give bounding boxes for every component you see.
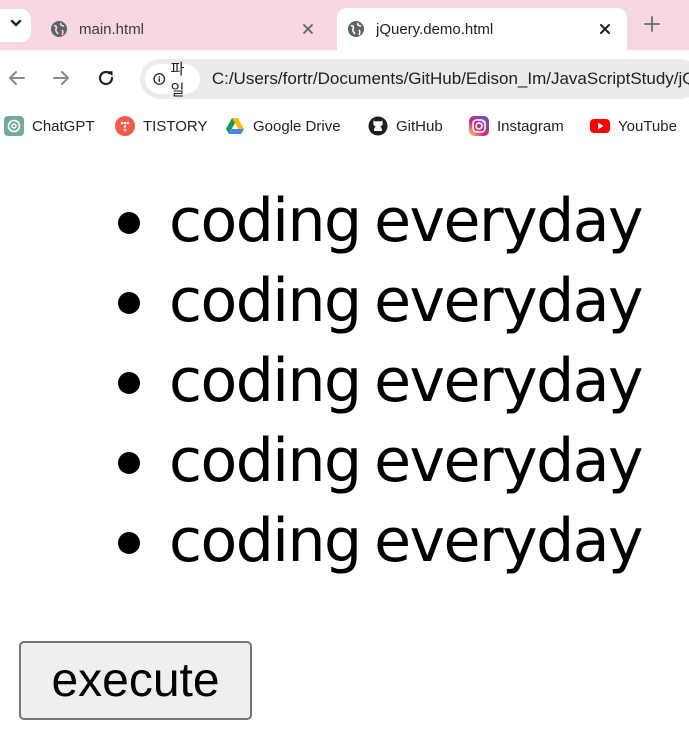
bullet [118, 532, 140, 554]
list-item-text: coding everyday [169, 186, 644, 256]
instagram-icon [469, 116, 489, 136]
reload-button[interactable] [90, 64, 122, 96]
globe-icon [50, 20, 68, 38]
bookmark-label: Google Drive [253, 117, 341, 135]
bookmark-chatgpt[interactable]: ChatGPT [4, 115, 95, 137]
execute-button[interactable]: execute [19, 641, 252, 720]
page-content: coding everyday coding everyday coding e… [0, 142, 689, 754]
bookmark-label: TISTORY [143, 117, 208, 135]
bookmark-label: YouTube [618, 117, 677, 135]
list-item-text: coding everyday [169, 426, 644, 496]
close-icon[interactable] [296, 17, 320, 41]
list-item-text: coding everyday [169, 346, 644, 416]
site-info-chip[interactable]: 파일 [145, 61, 200, 99]
google-drive-icon [225, 116, 245, 136]
globe-icon [347, 20, 365, 38]
bookmark-google-drive[interactable]: Google Drive [225, 115, 341, 137]
github-icon [368, 116, 388, 136]
close-icon[interactable] [593, 17, 617, 41]
bullet [118, 292, 140, 314]
arrow-right-icon [52, 69, 70, 92]
browser-toolbar: 파일 C:/Users/fortr/Documents/GitHub/Ediso… [0, 50, 689, 110]
bullet [118, 212, 140, 234]
url-text[interactable]: C:/Users/fortr/Documents/GitHub/Edison_I… [212, 69, 689, 89]
new-tab-button[interactable] [638, 12, 666, 40]
address-bar[interactable]: 파일 C:/Users/fortr/Documents/GitHub/Ediso… [140, 59, 689, 99]
chatgpt-icon [4, 116, 24, 136]
bookmark-label: ChatGPT [32, 117, 95, 135]
info-icon [153, 73, 166, 85]
tab-jquery-demo[interactable]: jQuery.demo.html [337, 8, 627, 50]
chevron-down-icon [9, 16, 23, 35]
tab-title: jQuery.demo.html [376, 20, 494, 38]
forward-button[interactable] [45, 64, 77, 96]
tab-search-button[interactable] [0, 9, 31, 42]
arrow-left-icon [8, 69, 26, 92]
site-chip-label: 파일 [170, 61, 185, 99]
bookmark-instagram[interactable]: Instagram [469, 115, 564, 137]
bookmark-tistory[interactable]: TISTORY [115, 115, 207, 137]
bookmark-youtube[interactable]: YouTube [590, 115, 677, 137]
plus-icon [644, 15, 660, 37]
tab-title: main.html [79, 20, 145, 38]
bookmarks-bar: ChatGPT TISTORY Google Drive GitHub Inst… [0, 110, 689, 142]
reload-icon [97, 69, 115, 92]
bookmark-label: GitHub [396, 117, 443, 135]
bullet [118, 452, 140, 474]
list-item-text: coding everyday [169, 266, 644, 336]
bullet [118, 372, 140, 394]
tab-strip: main.html jQuery.demo.html [0, 0, 689, 50]
bookmark-github[interactable]: GitHub [368, 115, 443, 137]
back-button[interactable] [1, 64, 33, 96]
list-item-text: coding everyday [169, 506, 644, 576]
tistory-icon [115, 116, 135, 136]
bookmark-label: Instagram [497, 117, 564, 135]
tab-main[interactable]: main.html [40, 8, 330, 50]
youtube-icon [590, 116, 610, 136]
